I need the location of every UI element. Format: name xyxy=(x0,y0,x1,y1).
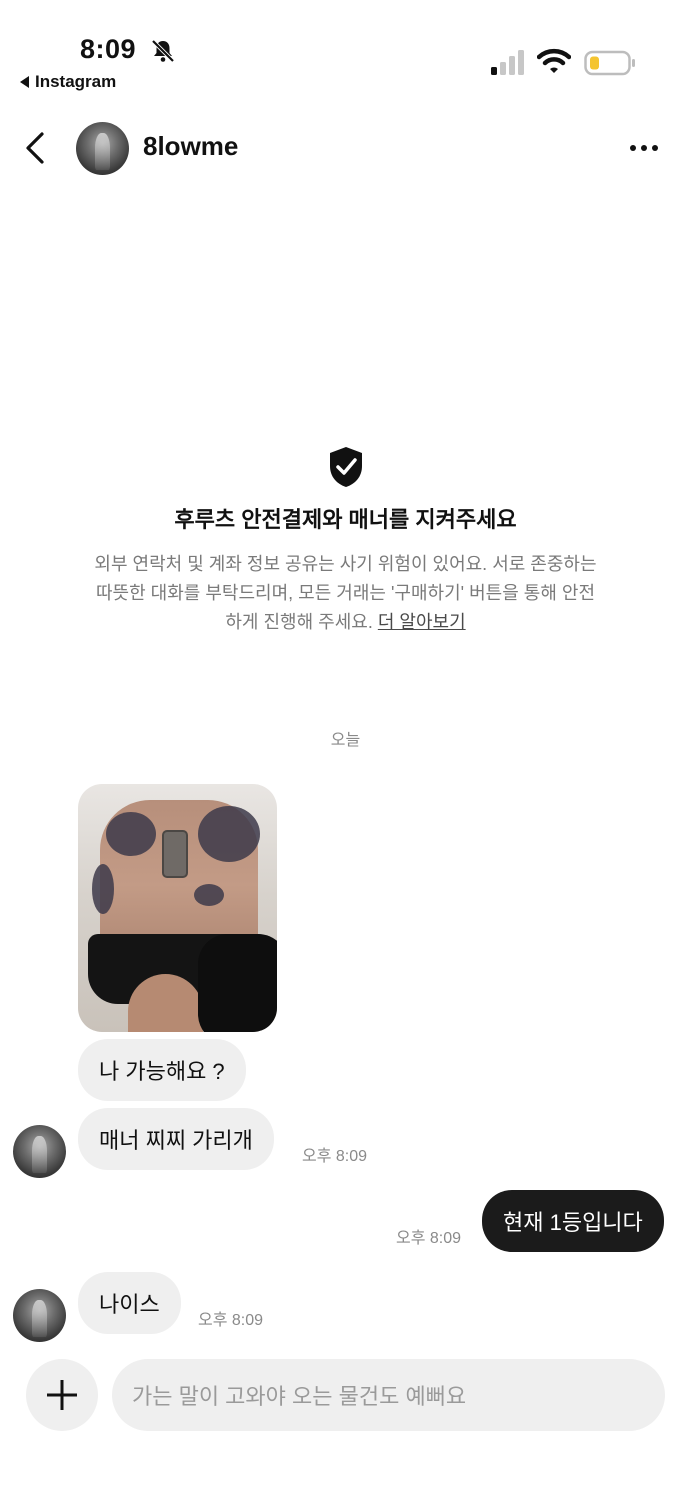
username[interactable]: 8lowme xyxy=(143,131,238,162)
shield-check-icon xyxy=(330,447,362,487)
message-time: 오후 8:09 xyxy=(198,1312,264,1329)
notice-title: 후루츠 안전결제와 매너를 지켜주세요 xyxy=(174,507,517,532)
learn-more-link[interactable]: 더 알아보기 xyxy=(378,612,466,632)
date-separator: 오늘 xyxy=(330,732,361,749)
back-to-app-link[interactable]: Instagram xyxy=(20,72,116,92)
incoming-message[interactable]: 나이스 xyxy=(78,1272,181,1334)
notice-body-line: 따뜻한 대화를 부탁드리며, 모든 거래는 '구매하기' 버튼을 통해 안전 xyxy=(96,583,595,603)
outgoing-message[interactable]: 현재 1등입니다 xyxy=(482,1190,664,1252)
sender-avatar[interactable] xyxy=(13,1289,66,1342)
profile-avatar[interactable] xyxy=(76,122,129,175)
back-triangle-icon xyxy=(20,76,29,88)
notice-body-line: 하게 진행해 주세요. 더 알아보기 xyxy=(50,608,641,637)
wifi-icon xyxy=(537,48,571,73)
notice-body-line: 외부 연락처 및 계좌 정보 공유는 사기 위험이 있어요. 서로 존중하는 xyxy=(94,554,597,574)
notice-body-text: 하게 진행해 주세요. xyxy=(225,612,378,632)
message-time: 오후 8:09 xyxy=(396,1230,462,1247)
message-input[interactable]: 가는 말이 고와야 오는 물건도 예뻐요 xyxy=(112,1359,665,1431)
incoming-message[interactable]: 매너 찌찌 가리개 xyxy=(78,1108,274,1170)
bell-slash-icon xyxy=(151,39,175,63)
notice-body: 외부 연락처 및 계좌 정보 공유는 사기 위험이 있어요. 서로 존중하는 따… xyxy=(50,550,641,637)
photo-detail xyxy=(198,806,260,862)
signal-icon xyxy=(491,50,524,75)
photo-detail xyxy=(194,884,224,906)
battery-icon xyxy=(584,50,635,76)
photo-detail xyxy=(92,864,114,914)
photo-chair xyxy=(198,934,277,1032)
sender-avatar[interactable] xyxy=(13,1125,66,1178)
chevron-left-icon[interactable] xyxy=(18,128,54,168)
photo-message[interactable] xyxy=(78,784,277,1032)
status-time: 8:09 xyxy=(80,34,137,64)
more-icon[interactable] xyxy=(626,134,662,162)
add-attachment-button[interactable] xyxy=(26,1359,98,1431)
photo-detail xyxy=(106,812,156,856)
back-app-label: Instagram xyxy=(35,72,117,91)
photo-phone xyxy=(162,830,188,878)
message-time: 오후 8:09 xyxy=(302,1148,368,1165)
incoming-message[interactable]: 나 가능해요 ? xyxy=(78,1039,246,1101)
